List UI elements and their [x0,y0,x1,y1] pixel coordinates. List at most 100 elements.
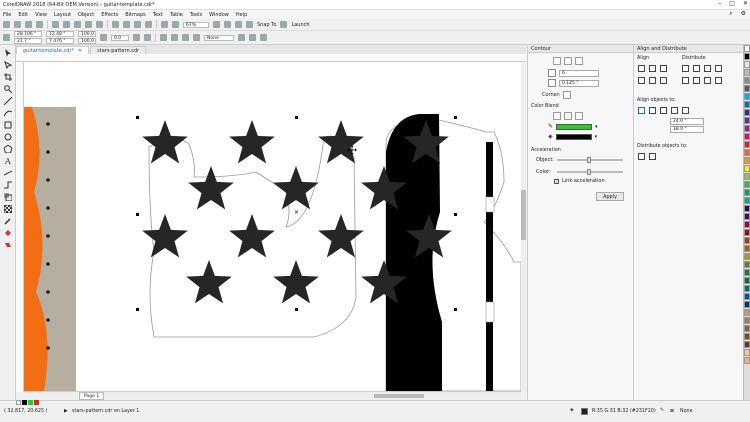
align-center-h-icon[interactable] [649,65,656,72]
palette-swatch[interactable] [744,253,750,260]
palette-swatch[interactable] [744,101,750,108]
palette-swatch[interactable] [744,349,750,356]
palette-swatch[interactable] [744,221,750,228]
corner-style-select[interactable] [563,91,572,99]
menu-help[interactable]: Help [236,12,247,18]
tab-guitar-template[interactable]: guitar-template.cdr* ✕ [16,46,90,54]
palette-swatch[interactable] [744,181,750,188]
palette-swatch[interactable] [744,45,750,52]
color-acceleration-slider[interactable] [557,169,623,175]
options-icon[interactable] [280,21,288,28]
star-shape[interactable] [188,166,234,210]
palette-swatch[interactable] [744,117,750,124]
doc-swatch-red[interactable] [34,400,39,405]
palette-swatch[interactable] [744,53,750,60]
palette-swatch[interactable] [744,245,750,252]
save-icon[interactable] [25,21,32,28]
horizontal-scrollbar[interactable]: Page 1 [24,391,521,400]
to-back-icon[interactable] [249,34,256,41]
hand-icon[interactable] [213,21,220,28]
star-shape[interactable] [318,214,364,258]
palette-swatch[interactable] [744,197,750,204]
palette-swatch[interactable] [744,277,750,284]
guitar-body[interactable] [385,114,521,391]
color-eyedropper-icon[interactable] [4,217,12,225]
gear-icon[interactable]: ⚙ [741,10,746,18]
rectangle-tool-icon[interactable] [4,121,12,129]
undo-icon[interactable] [85,21,92,28]
doc-swatch-white[interactable] [16,400,21,405]
weld-icon[interactable] [182,34,189,41]
steps-field[interactable]: 6 [559,69,599,77]
chevron-down-icon[interactable]: ▾ [595,134,598,140]
palette-swatch[interactable] [744,261,750,268]
freehand-tool-icon[interactable] [4,97,12,105]
doc-swatch-black[interactable] [22,400,27,405]
import-icon[interactable] [123,21,130,28]
distribute-bottom-icon[interactable] [715,77,722,84]
menu-effects[interactable]: Effects [101,12,118,18]
star-shape[interactable] [273,166,319,210]
palette-swatch[interactable] [744,141,750,148]
palette-swatch[interactable] [744,109,750,116]
copy-icon[interactable] [63,21,70,28]
palette-swatch[interactable] [744,269,750,276]
publish-pdf-icon[interactable] [145,21,152,28]
align-x-field[interactable]: 24.0 " [670,118,704,125]
fill-color-swatch[interactable] [581,408,588,415]
star-shape[interactable] [318,120,364,164]
trim-icon[interactable] [193,34,200,41]
star-shape[interactable] [186,260,232,304]
play-icon[interactable]: ▶ [64,409,68,414]
crop-tool-icon[interactable] [4,73,12,81]
clockwise-blend-button[interactable] [564,112,572,120]
chevron-down-icon[interactable]: ▾ [595,124,598,130]
zoom-tool-icon[interactable] [4,85,12,93]
offset-field[interactable]: 0.125 " [559,79,599,87]
inside-contour-button[interactable] [564,57,572,65]
palette-swatch[interactable] [744,165,750,172]
scale-width-field[interactable]: 100.0 [78,31,96,37]
menu-text[interactable]: Text [153,12,163,18]
star-shape[interactable] [229,120,275,164]
menu-file[interactable]: File [3,12,11,18]
grid-align-icon[interactable] [671,107,678,114]
star-shape[interactable] [142,214,188,258]
rotation-angle-field[interactable]: 0.0 [111,34,129,41]
tab-stars-pattern[interactable]: stars-pattern.cdr [90,46,147,54]
y-position-field[interactable]: 21.7 " [14,38,42,44]
paste-icon[interactable] [74,21,81,28]
palette-swatch[interactable] [744,173,750,180]
outline-width-select[interactable]: None [204,34,234,41]
redo-icon[interactable] [96,21,103,28]
horizontal-scroll-thumb[interactable] [374,394,424,398]
distribute-selection-icon[interactable] [638,153,645,160]
align-bottom-icon[interactable] [660,77,667,84]
palette-swatch[interactable] [744,301,750,308]
search-icon[interactable]: ⌕ [729,10,732,18]
palette-swatch[interactable] [744,325,750,332]
break-apart-icon[interactable] [171,34,178,41]
artistic-media-icon[interactable] [4,109,12,117]
align-left-icon[interactable] [638,65,645,72]
palette-swatch[interactable] [744,237,750,244]
linear-blend-button[interactable] [553,112,561,120]
align-top-icon[interactable] [638,77,645,84]
apply-button[interactable]: Apply [596,192,624,201]
palette-swatch[interactable] [744,309,750,316]
menu-table[interactable]: Table [170,12,183,18]
combine-icon[interactable] [160,34,167,41]
menu-tools[interactable]: Tools [190,12,202,18]
open-icon[interactable] [14,21,21,28]
convert-to-curves-icon[interactable] [260,34,267,41]
print-icon[interactable] [36,21,43,28]
close-tab-icon[interactable]: ✕ [78,48,82,54]
search-content-icon[interactable] [112,21,119,28]
snap-to-dropdown[interactable]: Snap To [257,22,276,28]
menu-bitmaps[interactable]: Bitmaps [125,12,146,18]
cut-icon[interactable] [52,21,59,28]
palette-swatch[interactable] [744,133,750,140]
smart-fill-icon[interactable] [4,241,12,249]
palette-swatch[interactable] [744,333,750,340]
palette-swatch[interactable] [744,157,750,164]
